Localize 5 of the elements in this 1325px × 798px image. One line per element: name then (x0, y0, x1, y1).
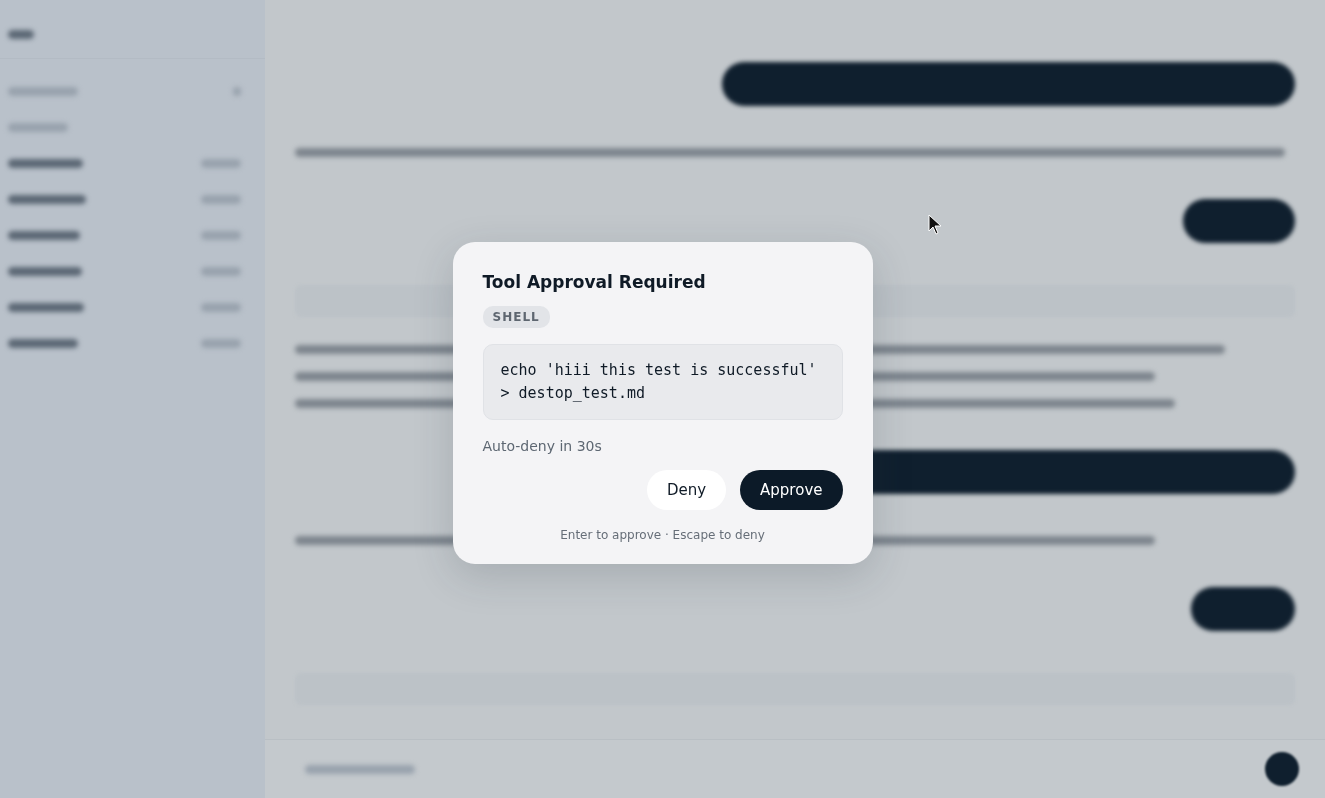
tool-tag: SHELL (482, 306, 550, 328)
command-block: echo 'hiii this test is successful' > destop_test.md (482, 344, 843, 420)
countdown-text: Auto-deny in 30s (482, 438, 603, 454)
dialog-title: Tool Approval Required (482, 272, 707, 292)
keyboard-hint: Enter to approve · Escape to deny (559, 528, 766, 542)
